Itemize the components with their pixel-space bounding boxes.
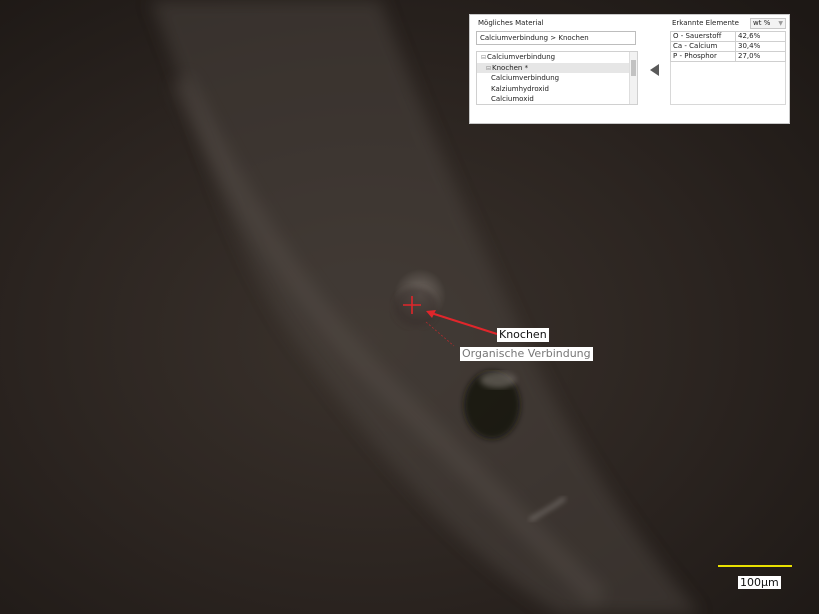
element-value: 27,0% <box>735 51 786 62</box>
element-value: 30,4% <box>735 41 786 52</box>
tree-toggle-icon[interactable]: ⊟ <box>481 54 486 61</box>
tree-toggle-icon[interactable]: ⊟ <box>486 65 491 72</box>
tree-item-label: Calciumverbindung <box>487 53 556 61</box>
tree-scroll-thumb[interactable] <box>631 60 636 76</box>
analysis-panel: Mögliches Material Calciumverbindung > K… <box>469 14 790 124</box>
scale-bar <box>718 565 792 567</box>
unit-select-value: wt % <box>753 19 771 27</box>
tree-item[interactable]: Kalziumhydroxid <box>477 84 637 95</box>
element-row: O - Sauerstoff 42,6% <box>670 31 786 42</box>
annotation-label-primary: Knochen <box>497 328 549 342</box>
tree-item-label: Kalziumhydroxid <box>491 84 549 93</box>
elements-table: O - Sauerstoff 42,6% Ca - Calcium 30,4% P - … <box>670 31 786 62</box>
scale-bar-label: 100µm <box>738 576 781 589</box>
tree-item-label: Knochen * <box>492 63 529 72</box>
tree-item[interactable]: Calciumverbindung <box>477 73 637 84</box>
material-tree[interactable]: ⊟Calciumverbindung ⊟Knochen * Calciumverbi… <box>476 51 638 105</box>
tree-scrollbar[interactable] <box>629 52 637 104</box>
tree-item-label: Calciumverbindung <box>491 74 560 83</box>
tree-item[interactable]: Calciumoxid <box>477 94 637 104</box>
element-name: O - Sauerstoff <box>670 31 736 42</box>
collapse-arrow-icon[interactable] <box>650 64 659 76</box>
material-path-field[interactable]: Calciumverbindung > Knochen <box>476 31 636 45</box>
chevron-down-icon: ▼ <box>778 20 783 27</box>
element-name: Ca - Calcium <box>670 41 736 52</box>
element-row: Ca - Calcium 30,4% <box>670 41 786 52</box>
element-name: P - Phosphor <box>670 51 736 62</box>
material-section-title: Mögliches Material <box>478 19 544 27</box>
unit-select[interactable]: wt % ▼ <box>750 18 786 29</box>
elements-section-title: Erkannte Elemente <box>672 19 739 27</box>
annotation-label-secondary: Organische Verbindung <box>460 347 593 361</box>
element-value: 42,6% <box>735 31 786 42</box>
tree-item[interactable]: ⊟Calciumverbindung <box>477 52 637 63</box>
tree-item-label: Calciumoxid <box>491 95 534 104</box>
tree-item[interactable]: ⊟Knochen * <box>477 62 637 74</box>
element-row: P - Phosphor 27,0% <box>670 51 786 62</box>
